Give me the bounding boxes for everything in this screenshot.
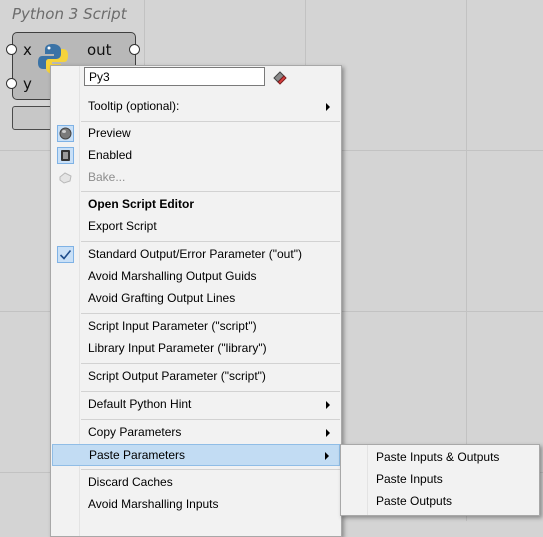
- submenu-arrow-icon: [326, 429, 330, 437]
- menu-item-open-script-editor[interactable]: Open Script Editor: [52, 194, 340, 216]
- menu-item-label: Open Script Editor: [88, 197, 195, 211]
- menu-item-label: Paste Inputs: [376, 472, 443, 486]
- checkmark-icon: [57, 246, 74, 263]
- menu-item-script-input-parameter[interactable]: Script Input Parameter ("script"): [52, 316, 340, 338]
- menu-item-label: Default Python Hint: [88, 397, 192, 411]
- menu-separator: [81, 121, 340, 122]
- menu-item-paste-parameters[interactable]: Paste Parameters: [52, 444, 340, 466]
- menu-item-export-script[interactable]: Export Script: [52, 216, 340, 238]
- submenu-item-paste-inputs[interactable]: Paste Inputs: [342, 469, 538, 491]
- menu-separator: [81, 363, 340, 364]
- input-grip-y[interactable]: [6, 78, 17, 89]
- menu-item-label: Paste Outputs: [376, 494, 453, 508]
- menu-separator: [81, 313, 340, 314]
- menu-item-label: Enabled: [88, 148, 133, 162]
- menu-item-preview[interactable]: Preview: [52, 123, 340, 145]
- preview-icon: [57, 125, 74, 142]
- component-title: Python 3 Script: [12, 5, 127, 23]
- submenu-item-paste-inputs-outputs[interactable]: Paste Inputs & Outputs: [342, 447, 538, 469]
- menu-item-label: Bake...: [88, 170, 126, 184]
- menu-item-enabled[interactable]: Enabled: [52, 145, 340, 167]
- menu-item-label: Preview: [88, 126, 131, 140]
- menu-item-label: Library Input Parameter ("library"): [88, 341, 267, 355]
- eraser-icon[interactable]: [272, 69, 288, 85]
- menu-item-avoid-grafting-output-lines[interactable]: Avoid Grafting Output Lines: [52, 288, 340, 310]
- submenu-arrow-icon: [326, 103, 330, 111]
- input-label-y: y: [23, 75, 32, 93]
- component-name-input[interactable]: [84, 67, 265, 86]
- output-grip-out[interactable]: [129, 44, 140, 55]
- output-label-out: out: [87, 41, 112, 59]
- menu-item-script-output-parameter[interactable]: Script Output Parameter ("script"): [52, 366, 340, 388]
- menu-item-label: Avoid Grafting Output Lines: [88, 291, 236, 305]
- submenu-item-paste-outputs[interactable]: Paste Outputs: [342, 491, 538, 513]
- menu-separator: [81, 241, 340, 242]
- menu-item-tooltip[interactable]: Tooltip (optional):: [52, 96, 340, 118]
- menu-separator: [81, 469, 340, 470]
- canvas-grid-line: [466, 0, 467, 521]
- menu-item-label: Copy Parameters: [88, 425, 182, 439]
- menu-item-label: Standard Output/Error Parameter ("out"): [88, 247, 302, 261]
- menu-item-discard-caches[interactable]: Discard Caches: [52, 472, 340, 494]
- menu-item-label: Paste Inputs & Outputs: [376, 450, 500, 464]
- menu-item-label: Discard Caches: [88, 475, 173, 489]
- submenu-arrow-icon: [326, 401, 330, 409]
- submenu-arrow-icon: [325, 452, 329, 460]
- menu-item-label: Export Script: [88, 219, 157, 233]
- menu-separator: [81, 191, 340, 192]
- context-menu: Tooltip (optional): Preview Enabled Bake…: [50, 65, 342, 537]
- menu-item-label: Tooltip (optional):: [88, 99, 180, 113]
- menu-item-bake[interactable]: Bake...: [52, 167, 340, 189]
- menu-separator: [81, 419, 340, 420]
- menu-item-label: Script Output Parameter ("script"): [88, 369, 266, 383]
- menu-item-avoid-marshalling-inputs[interactable]: Avoid Marshalling Inputs: [52, 494, 340, 516]
- input-label-x: x: [23, 41, 32, 59]
- menu-item-library-input-parameter[interactable]: Library Input Parameter ("library"): [52, 338, 340, 360]
- menu-item-label: Script Input Parameter ("script"): [88, 319, 257, 333]
- menu-item-default-python-hint[interactable]: Default Python Hint: [52, 394, 340, 416]
- paste-parameters-submenu: Paste Inputs & Outputs Paste Inputs Past…: [340, 444, 540, 516]
- menu-item-standard-output[interactable]: Standard Output/Error Parameter ("out"): [52, 244, 340, 266]
- menu-item-avoid-marshalling-output-guids[interactable]: Avoid Marshalling Output Guids: [52, 266, 340, 288]
- menu-item-label: Avoid Marshalling Inputs: [88, 497, 219, 511]
- bake-icon: [57, 169, 74, 186]
- menu-item-label: Paste Parameters: [89, 448, 186, 462]
- menu-separator: [81, 391, 340, 392]
- input-grip-x[interactable]: [6, 44, 17, 55]
- menu-item-label: Avoid Marshalling Output Guids: [88, 269, 257, 283]
- menu-item-copy-parameters[interactable]: Copy Parameters: [52, 422, 340, 444]
- enabled-icon: [57, 147, 74, 164]
